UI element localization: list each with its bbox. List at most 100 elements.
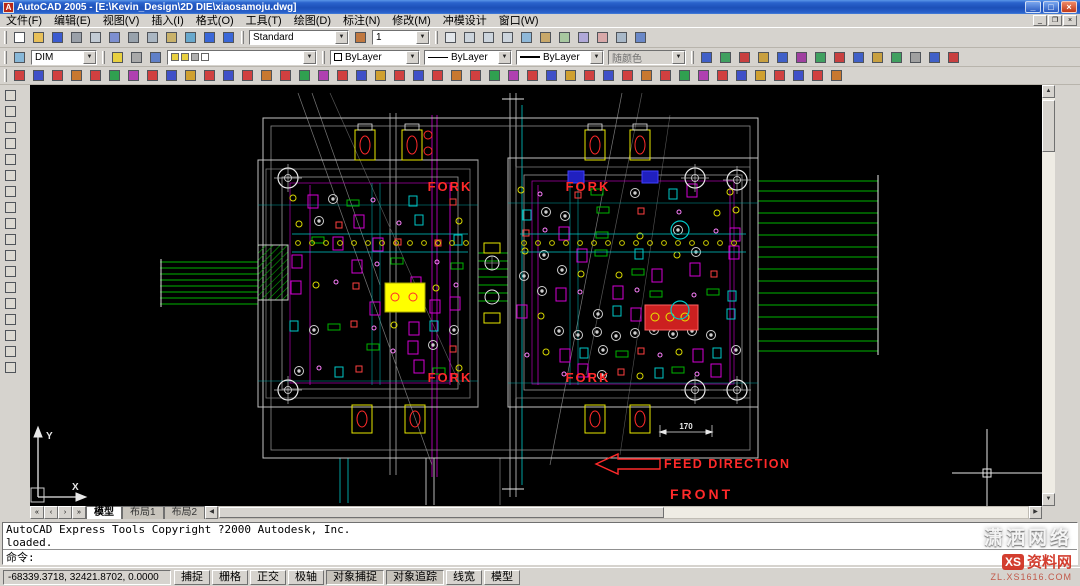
die-design-tool-38-icon[interactable] (713, 68, 732, 84)
express-tool-9-icon[interactable] (849, 49, 868, 65)
express-tool-6-icon[interactable] (792, 49, 811, 65)
minimize-button[interactable]: _ (1025, 1, 1041, 13)
drawing-canvas[interactable]: FORKFORKFORKFORKFEED DIRECTIONFRONT170YX (30, 85, 1042, 506)
tab-nav-last-icon[interactable]: » (72, 506, 86, 519)
circle-icon[interactable] (1, 183, 20, 199)
express-tool-13-icon[interactable] (925, 49, 944, 65)
express-tool-11-icon[interactable] (887, 49, 906, 65)
die-design-tool-20-icon[interactable] (371, 68, 390, 84)
publish-icon[interactable] (105, 30, 124, 46)
tab-layout1[interactable]: 布局1 (122, 506, 164, 519)
line-icon[interactable] (1, 87, 20, 103)
die-design-tool-25-icon[interactable] (466, 68, 485, 84)
mtext-icon[interactable] (1, 359, 20, 375)
express-tool-14-icon[interactable] (944, 49, 963, 65)
color-combo[interactable]: ByLayer ▼ (330, 50, 420, 65)
menu-item-5[interactable]: 工具(T) (240, 14, 288, 28)
toolbar-grip[interactable] (4, 51, 7, 64)
ellipse-arc-icon[interactable] (1, 247, 20, 263)
menu-item-0[interactable]: 文件(F) (0, 14, 48, 28)
die-design-tool-32-icon[interactable] (599, 68, 618, 84)
menu-item-8[interactable]: 修改(M) (386, 14, 437, 28)
die-design-tool-17-icon[interactable] (314, 68, 333, 84)
dim-style-icon[interactable] (10, 49, 29, 65)
doc-minimize-button[interactable]: _ (1033, 15, 1047, 26)
chevron-down-icon[interactable]: ▼ (590, 51, 603, 64)
dim-style-combo[interactable]: DIM ▼ (31, 50, 97, 65)
rectangle-icon[interactable] (1, 151, 20, 167)
die-design-tool-9-icon[interactable] (162, 68, 181, 84)
layer-states-icon[interactable] (146, 49, 165, 65)
menu-item-3[interactable]: 插入(I) (145, 14, 189, 28)
help-icon[interactable] (631, 30, 650, 46)
hscroll-left-icon[interactable]: ◀ (205, 506, 218, 519)
die-design-tool-8-icon[interactable] (143, 68, 162, 84)
designcenter-icon[interactable] (536, 30, 555, 46)
status-toggle-0[interactable]: 捕捉 (174, 570, 210, 585)
die-design-tool-31-icon[interactable] (580, 68, 599, 84)
chevron-down-icon[interactable]: ▼ (303, 51, 316, 64)
redo-icon[interactable] (219, 30, 238, 46)
die-design-tool-26-icon[interactable] (485, 68, 504, 84)
die-design-tool-5-icon[interactable] (86, 68, 105, 84)
close-button[interactable]: × (1061, 1, 1077, 13)
die-design-tool-34-icon[interactable] (637, 68, 656, 84)
express-tool-1-icon[interactable] (697, 49, 716, 65)
maximize-button[interactable]: □ (1043, 1, 1059, 13)
status-toggle-1[interactable]: 栅格 (212, 570, 248, 585)
arc-icon[interactable] (1, 167, 20, 183)
command-text-area[interactable]: AutoCAD Express Tools Copyright ?2000 Au… (2, 522, 1078, 565)
vscroll-down-icon[interactable]: ▼ (1042, 493, 1055, 506)
paste-icon[interactable] (162, 30, 181, 46)
die-design-tool-41-icon[interactable] (770, 68, 789, 84)
properties-icon[interactable] (517, 30, 536, 46)
die-design-tool-21-icon[interactable] (390, 68, 409, 84)
hscroll-right-icon[interactable]: ▶ (1029, 506, 1042, 519)
menu-item-7[interactable]: 标注(N) (337, 14, 386, 28)
status-toggle-2[interactable]: 正交 (250, 570, 286, 585)
menu-item-1[interactable]: 编辑(E) (48, 14, 97, 28)
die-design-tool-30-icon[interactable] (561, 68, 580, 84)
polygon-icon[interactable] (1, 135, 20, 151)
die-design-tool-11-icon[interactable] (200, 68, 219, 84)
express-tool-10-icon[interactable] (868, 49, 887, 65)
chevron-down-icon[interactable]: ▼ (498, 51, 511, 64)
tool-palettes-icon[interactable] (555, 30, 574, 46)
die-design-tool-39-icon[interactable] (732, 68, 751, 84)
tab-layout2[interactable]: 布局2 (164, 506, 206, 519)
die-design-tool-24-icon[interactable] (447, 68, 466, 84)
save-icon[interactable] (48, 30, 67, 46)
die-design-tool-13-icon[interactable] (238, 68, 257, 84)
match-properties-icon[interactable] (181, 30, 200, 46)
express-tool-8-icon[interactable] (830, 49, 849, 65)
die-design-tool-29-icon[interactable] (542, 68, 561, 84)
horizontal-scrollbar[interactable] (218, 506, 1029, 519)
status-toggle-6[interactable]: 线宽 (446, 570, 482, 585)
express-tool-3-icon[interactable] (735, 49, 754, 65)
die-design-tool-43-icon[interactable] (808, 68, 827, 84)
chevron-down-icon[interactable]: ▼ (335, 31, 348, 44)
cut-icon[interactable] (124, 30, 143, 46)
express-tool-2-icon[interactable] (716, 49, 735, 65)
undo-icon[interactable] (200, 30, 219, 46)
tab-nav-first-icon[interactable]: « (30, 506, 44, 519)
die-design-tool-19-icon[interactable] (352, 68, 371, 84)
pan-icon[interactable] (441, 30, 460, 46)
die-design-tool-18-icon[interactable] (333, 68, 352, 84)
lineweight-combo[interactable]: ByLayer ▼ (516, 50, 604, 65)
hatch-icon[interactable] (1, 311, 20, 327)
die-design-tool-35-icon[interactable] (656, 68, 675, 84)
die-design-tool-28-icon[interactable] (523, 68, 542, 84)
vertical-scrollbar[interactable]: ▲ ▼ (1042, 85, 1055, 519)
die-design-tool-1-icon[interactable] (10, 68, 29, 84)
toolbar-grip[interactable] (4, 31, 7, 44)
toolbar-grip[interactable] (322, 51, 325, 64)
zoom-realtime-icon[interactable] (460, 30, 479, 46)
construction-line-icon[interactable] (1, 103, 20, 119)
menu-item-6[interactable]: 绘图(D) (288, 14, 337, 28)
doc-restore-button[interactable]: ❐ (1048, 15, 1062, 26)
die-design-tool-37-icon[interactable] (694, 68, 713, 84)
die-design-tool-14-icon[interactable] (257, 68, 276, 84)
insert-block-icon[interactable] (1, 263, 20, 279)
die-design-tool-36-icon[interactable] (675, 68, 694, 84)
